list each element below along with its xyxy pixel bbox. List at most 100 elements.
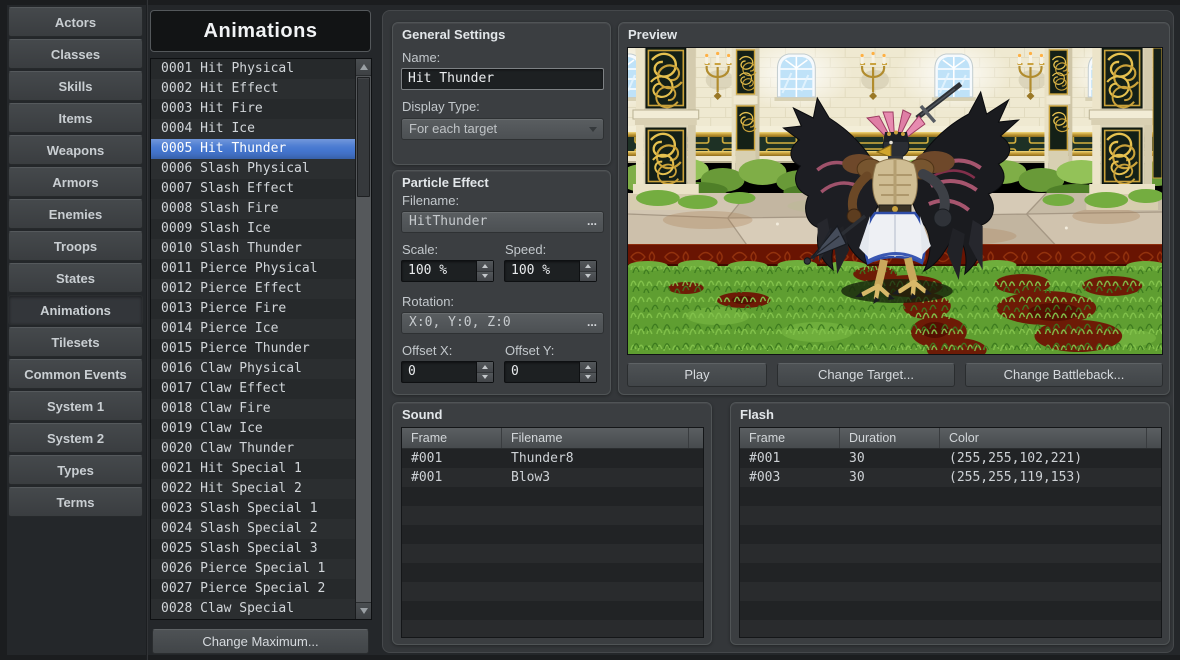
animation-list-item[interactable]: 0006 Slash Physical [151, 159, 356, 179]
animation-list-scrollbar[interactable] [355, 59, 371, 619]
animation-list-item[interactable]: 0020 Claw Thunder [151, 439, 356, 459]
sidebar-item-enemies[interactable]: Enemies [8, 199, 143, 229]
sidebar-item-troops[interactable]: Troops [8, 231, 143, 261]
ellipsis-icon[interactable]: ... [581, 212, 603, 232]
sidebar-item-system-1[interactable]: System 1 [8, 391, 143, 421]
animation-list-item[interactable]: 0021 Hit Special 1 [151, 459, 356, 479]
animation-list-item[interactable]: 0023 Slash Special 1 [151, 499, 356, 519]
table-row[interactable] [740, 563, 1161, 582]
table-row[interactable]: #001Thunder8 [402, 449, 703, 468]
display-type-label: Display Type: [402, 99, 480, 114]
scale-value: 100 % [402, 261, 476, 281]
scroll-down-button[interactable] [356, 602, 371, 619]
table-row[interactable] [740, 525, 1161, 544]
spinner-down-button[interactable] [477, 372, 493, 383]
spinner-up-button[interactable] [477, 362, 493, 372]
change-battleback-button[interactable]: Change Battleback... [965, 363, 1163, 387]
table-row[interactable]: #001Blow3 [402, 468, 703, 487]
animation-list-item[interactable]: 0016 Claw Physical [151, 359, 356, 379]
table-row[interactable]: #00130(255,255,102,221) [740, 449, 1161, 468]
scale-spinner[interactable]: 100 % [401, 260, 494, 282]
spinner-down-button[interactable] [477, 271, 493, 282]
animation-list-item[interactable]: 0015 Pierce Thunder [151, 339, 356, 359]
play-button[interactable]: Play [627, 363, 767, 387]
animation-list-item[interactable]: 0017 Claw Effect [151, 379, 356, 399]
animation-list-item[interactable]: 0022 Hit Special 2 [151, 479, 356, 499]
dropdown-zone[interactable] [583, 119, 603, 139]
animation-list-item[interactable]: 0019 Claw Ice [151, 419, 356, 439]
animation-list-item[interactable]: 0007 Slash Effect [151, 179, 356, 199]
table-cell [402, 563, 502, 582]
table-row[interactable] [740, 601, 1161, 620]
scrollbar-track[interactable] [356, 75, 371, 603]
table-row[interactable] [402, 601, 703, 620]
sidebar-item-actors[interactable]: Actors [8, 7, 143, 37]
sidebar-item-terms[interactable]: Terms [8, 487, 143, 517]
table-row[interactable] [402, 487, 703, 506]
scrollbar-thumb[interactable] [357, 77, 370, 197]
sidebar-item-states[interactable]: States [8, 263, 143, 293]
table-cell [502, 582, 689, 601]
sidebar-item-common-events[interactable]: Common Events [8, 359, 143, 389]
spinner-up-button[interactable] [477, 261, 493, 271]
table-cell [840, 525, 940, 544]
spinner-down-button[interactable] [580, 372, 596, 383]
rotation-field[interactable]: X:0, Y:0, Z:0 ... [401, 312, 604, 334]
animation-list-item[interactable]: 0008 Slash Fire [151, 199, 356, 219]
table-cell [840, 620, 940, 638]
sidebar-item-armors[interactable]: Armors [8, 167, 143, 197]
sidebar-item-system-2[interactable]: System 2 [8, 423, 143, 453]
scroll-up-button[interactable] [356, 59, 371, 76]
offset-y-spinner[interactable]: 0 [504, 361, 597, 383]
animation-list-item[interactable]: 0012 Pierce Effect [151, 279, 356, 299]
sidebar-item-tilesets[interactable]: Tilesets [8, 327, 143, 357]
table-row[interactable] [402, 582, 703, 601]
animation-list-item[interactable]: 0002 Hit Effect [151, 79, 356, 99]
animation-list-item[interactable]: 0018 Claw Fire [151, 399, 356, 419]
table-row[interactable] [402, 544, 703, 563]
animation-list-item[interactable]: 0014 Pierce Ice [151, 319, 356, 339]
table-row[interactable] [740, 582, 1161, 601]
animation-list-item[interactable]: 0024 Slash Special 2 [151, 519, 356, 539]
sidebar-item-weapons[interactable]: Weapons [8, 135, 143, 165]
table-row[interactable] [402, 563, 703, 582]
filename-field[interactable]: HitThunder ... [401, 211, 604, 233]
animation-list-item[interactable]: 0027 Pierce Special 2 [151, 579, 356, 599]
animation-list-item[interactable]: 0009 Slash Ice [151, 219, 356, 239]
animation-list-item[interactable]: 0005 Hit Thunder [151, 139, 356, 159]
name-value: Hit Thunder [408, 71, 494, 86]
speed-spinner[interactable]: 100 % [504, 260, 597, 282]
table-row[interactable] [740, 620, 1161, 638]
animation-list-item[interactable]: 0003 Hit Fire [151, 99, 356, 119]
ellipsis-icon[interactable]: ... [581, 313, 603, 333]
sidebar-item-items[interactable]: Items [8, 103, 143, 133]
spinner-down-button[interactable] [580, 271, 596, 282]
animation-list-item[interactable]: 0013 Pierce Fire [151, 299, 356, 319]
offset-x-spinner[interactable]: 0 [401, 361, 494, 383]
animation-list-item[interactable]: 0004 Hit Ice [151, 119, 356, 139]
table-row[interactable] [402, 620, 703, 638]
sidebar-item-types[interactable]: Types [8, 455, 143, 485]
change-maximum-button[interactable]: Change Maximum... [152, 629, 369, 654]
name-input[interactable]: Hit Thunder [401, 68, 604, 90]
animation-list-item[interactable]: 0011 Pierce Physical [151, 259, 356, 279]
table-cell [940, 601, 1147, 620]
spinner-up-button[interactable] [580, 261, 596, 271]
table-row[interactable] [740, 487, 1161, 506]
animation-list-item[interactable]: 0026 Pierce Special 1 [151, 559, 356, 579]
change-target-button[interactable]: Change Target... [777, 363, 955, 387]
table-row[interactable]: #00330(255,255,119,153) [740, 468, 1161, 487]
animation-list-item[interactable]: 0025 Slash Special 3 [151, 539, 356, 559]
table-row[interactable] [740, 506, 1161, 525]
animation-list-item[interactable]: 0010 Slash Thunder [151, 239, 356, 259]
spinner-up-button[interactable] [580, 362, 596, 372]
sidebar-item-classes[interactable]: Classes [8, 39, 143, 69]
table-row[interactable] [740, 544, 1161, 563]
table-row[interactable] [402, 506, 703, 525]
table-row[interactable] [402, 525, 703, 544]
display-type-select[interactable]: For each target [401, 118, 604, 140]
sidebar-item-animations[interactable]: Animations [8, 295, 143, 325]
sidebar-item-skills[interactable]: Skills [8, 71, 143, 101]
animation-list-item[interactable]: 0001 Hit Physical [151, 59, 356, 79]
animation-list-item[interactable]: 0028 Claw Special [151, 599, 356, 619]
